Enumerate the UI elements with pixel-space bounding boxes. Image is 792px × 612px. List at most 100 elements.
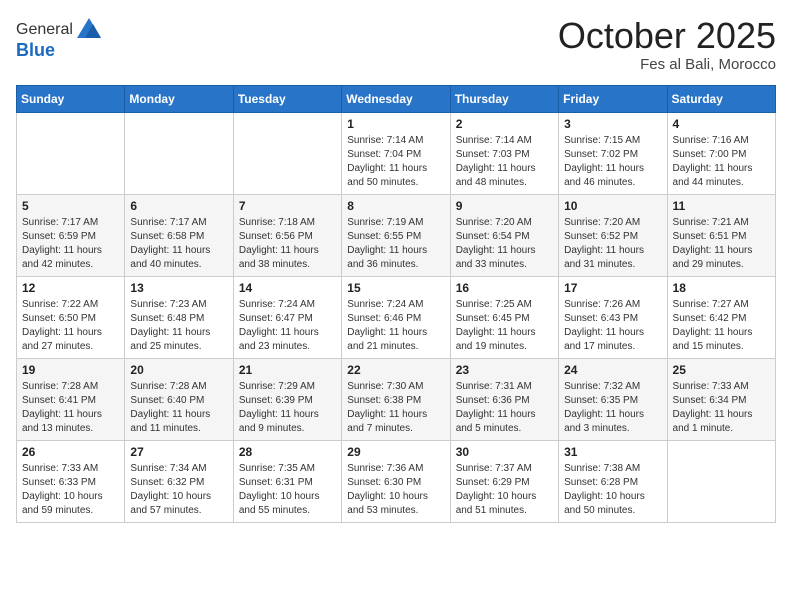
day-info: Sunrise: 7:14 AM Sunset: 7:04 PM Dayligh…	[347, 134, 444, 190]
day-cell: 14 Sunrise: 7:24 AM Sunset: 6:47 PM Dayli…	[233, 276, 341, 358]
day-info: Sunrise: 7:19 AM Sunset: 6:55 PM Dayligh…	[347, 216, 444, 272]
day-cell: 13 Sunrise: 7:23 AM Sunset: 6:48 PM Dayli…	[125, 276, 233, 358]
day-number: 11	[673, 199, 770, 213]
logo: General Blue	[16, 16, 103, 61]
day-cell: 28Sunrise: 7:35 AM Sunset: 6:31 PM Dayli…	[233, 440, 341, 522]
day-cell: 20 Sunrise: 7:28 AM Sunset: 6:40 PM Dayli…	[125, 358, 233, 440]
day-number: 8	[347, 199, 444, 213]
weekday-header-wednesday: Wednesday	[342, 85, 450, 112]
day-number: 14	[239, 281, 336, 295]
day-number: 15	[347, 281, 444, 295]
day-info: Sunrise: 7:34 AM Sunset: 6:32 PM Dayligh…	[130, 462, 227, 518]
day-number: 17	[564, 281, 661, 295]
day-cell: 2 Sunrise: 7:14 AM Sunset: 7:03 PM Daylig…	[450, 112, 558, 194]
day-number: 23	[456, 363, 553, 377]
day-info: Sunrise: 7:22 AM Sunset: 6:50 PM Dayligh…	[22, 298, 119, 354]
day-cell: 29Sunrise: 7:36 AM Sunset: 6:30 PM Dayli…	[342, 440, 450, 522]
day-number: 21	[239, 363, 336, 377]
day-cell: 30 Sunrise: 7:37 AM Sunset: 6:29 PM Dayli…	[450, 440, 558, 522]
weekday-header-friday: Friday	[559, 85, 667, 112]
day-info: Sunrise: 7:27 AM Sunset: 6:42 PM Dayligh…	[673, 298, 770, 354]
day-cell: 24 Sunrise: 7:32 AM Sunset: 6:35 PM Dayli…	[559, 358, 667, 440]
day-cell	[667, 440, 775, 522]
day-number: 3	[564, 117, 661, 131]
week-row-1: 1 Sunrise: 7:14 AM Sunset: 7:04 PM Daylig…	[17, 112, 776, 194]
weekday-header-saturday: Saturday	[667, 85, 775, 112]
day-number: 25	[673, 363, 770, 377]
day-info: Sunrise: 7:28 AM Sunset: 6:41 PM Dayligh…	[22, 380, 119, 436]
day-number: 27	[130, 445, 227, 459]
day-info: Sunrise: 7:24 AM Sunset: 6:47 PM Dayligh…	[239, 298, 336, 354]
day-info: Sunrise: 7:17 AM Sunset: 6:58 PM Dayligh…	[130, 216, 227, 272]
day-number: 18	[673, 281, 770, 295]
day-info: Sunrise: 7:32 AM Sunset: 6:35 PM Dayligh…	[564, 380, 661, 436]
weekday-header-monday: Monday	[125, 85, 233, 112]
day-number: 13	[130, 281, 227, 295]
day-cell: 7 Sunrise: 7:18 AM Sunset: 6:56 PM Daylig…	[233, 194, 341, 276]
day-info: Sunrise: 7:15 AM Sunset: 7:02 PM Dayligh…	[564, 134, 661, 190]
day-info: Sunrise: 7:23 AM Sunset: 6:48 PM Dayligh…	[130, 298, 227, 354]
day-info: Sunrise: 7:18 AM Sunset: 6:56 PM Dayligh…	[239, 216, 336, 272]
day-number: 31	[564, 445, 661, 459]
week-row-5: 26 Sunrise: 7:33 AM Sunset: 6:33 PM Dayli…	[17, 440, 776, 522]
day-cell: 4Sunrise: 7:16 AM Sunset: 7:00 PM Daylig…	[667, 112, 775, 194]
day-number: 2	[456, 117, 553, 131]
calendar-table: SundayMondayTuesdayWednesdayThursdayFrid…	[16, 85, 776, 523]
day-info: Sunrise: 7:21 AM Sunset: 6:51 PM Dayligh…	[673, 216, 770, 272]
day-cell: 5Sunrise: 7:17 AM Sunset: 6:59 PM Daylig…	[17, 194, 125, 276]
day-info: Sunrise: 7:24 AM Sunset: 6:46 PM Dayligh…	[347, 298, 444, 354]
page-header: General Blue October 2025 Fes al Bali, M…	[16, 16, 776, 73]
day-cell: 18 Sunrise: 7:27 AM Sunset: 6:42 PM Dayli…	[667, 276, 775, 358]
day-info: Sunrise: 7:25 AM Sunset: 6:45 PM Dayligh…	[456, 298, 553, 354]
day-cell: 25Sunrise: 7:33 AM Sunset: 6:34 PM Dayli…	[667, 358, 775, 440]
day-number: 19	[22, 363, 119, 377]
day-info: Sunrise: 7:14 AM Sunset: 7:03 PM Dayligh…	[456, 134, 553, 190]
day-number: 20	[130, 363, 227, 377]
day-cell: 26 Sunrise: 7:33 AM Sunset: 6:33 PM Dayli…	[17, 440, 125, 522]
day-info: Sunrise: 7:36 AM Sunset: 6:30 PM Dayligh…	[347, 462, 444, 518]
day-cell: 11 Sunrise: 7:21 AM Sunset: 6:51 PM Dayli…	[667, 194, 775, 276]
day-info: Sunrise: 7:20 AM Sunset: 6:52 PM Dayligh…	[564, 216, 661, 272]
day-number: 24	[564, 363, 661, 377]
day-info: Sunrise: 7:28 AM Sunset: 6:40 PM Dayligh…	[130, 380, 227, 436]
day-info: Sunrise: 7:35 AM Sunset: 6:31 PM Dayligh…	[239, 462, 336, 518]
day-cell: 27 Sunrise: 7:34 AM Sunset: 6:32 PM Dayli…	[125, 440, 233, 522]
day-info: Sunrise: 7:29 AM Sunset: 6:39 PM Dayligh…	[239, 380, 336, 436]
title-block: October 2025 Fes al Bali, Morocco	[558, 16, 776, 73]
day-cell: 8 Sunrise: 7:19 AM Sunset: 6:55 PM Daylig…	[342, 194, 450, 276]
logo-icon	[75, 16, 103, 44]
day-info: Sunrise: 7:33 AM Sunset: 6:33 PM Dayligh…	[22, 462, 119, 518]
month-title: October 2025	[558, 16, 776, 56]
day-cell	[17, 112, 125, 194]
week-row-3: 12Sunrise: 7:22 AM Sunset: 6:50 PM Dayli…	[17, 276, 776, 358]
day-number: 1	[347, 117, 444, 131]
day-cell: 31 Sunrise: 7:38 AM Sunset: 6:28 PM Dayli…	[559, 440, 667, 522]
day-number: 10	[564, 199, 661, 213]
day-number: 7	[239, 199, 336, 213]
day-info: Sunrise: 7:20 AM Sunset: 6:54 PM Dayligh…	[456, 216, 553, 272]
day-cell: 16 Sunrise: 7:25 AM Sunset: 6:45 PM Dayli…	[450, 276, 558, 358]
day-number: 30	[456, 445, 553, 459]
weekday-header-thursday: Thursday	[450, 85, 558, 112]
day-number: 26	[22, 445, 119, 459]
day-cell: 10 Sunrise: 7:20 AM Sunset: 6:52 PM Dayli…	[559, 194, 667, 276]
day-number: 5	[22, 199, 119, 213]
day-cell: 9Sunrise: 7:20 AM Sunset: 6:54 PM Daylig…	[450, 194, 558, 276]
day-cell: 23 Sunrise: 7:31 AM Sunset: 6:36 PM Dayli…	[450, 358, 558, 440]
location: Fes al Bali, Morocco	[558, 56, 776, 73]
day-number: 22	[347, 363, 444, 377]
weekday-header-sunday: Sunday	[17, 85, 125, 112]
day-info: Sunrise: 7:31 AM Sunset: 6:36 PM Dayligh…	[456, 380, 553, 436]
day-info: Sunrise: 7:38 AM Sunset: 6:28 PM Dayligh…	[564, 462, 661, 518]
day-cell: 15 Sunrise: 7:24 AM Sunset: 6:46 PM Dayli…	[342, 276, 450, 358]
day-cell: 22Sunrise: 7:30 AM Sunset: 6:38 PM Dayli…	[342, 358, 450, 440]
day-cell: 17 Sunrise: 7:26 AM Sunset: 6:43 PM Dayli…	[559, 276, 667, 358]
day-info: Sunrise: 7:26 AM Sunset: 6:43 PM Dayligh…	[564, 298, 661, 354]
day-cell: 3 Sunrise: 7:15 AM Sunset: 7:02 PM Daylig…	[559, 112, 667, 194]
day-number: 16	[456, 281, 553, 295]
day-info: Sunrise: 7:37 AM Sunset: 6:29 PM Dayligh…	[456, 462, 553, 518]
weekday-header-row: SundayMondayTuesdayWednesdayThursdayFrid…	[17, 85, 776, 112]
day-number: 4	[673, 117, 770, 131]
week-row-4: 19 Sunrise: 7:28 AM Sunset: 6:41 PM Dayli…	[17, 358, 776, 440]
day-cell: 21 Sunrise: 7:29 AM Sunset: 6:39 PM Dayli…	[233, 358, 341, 440]
